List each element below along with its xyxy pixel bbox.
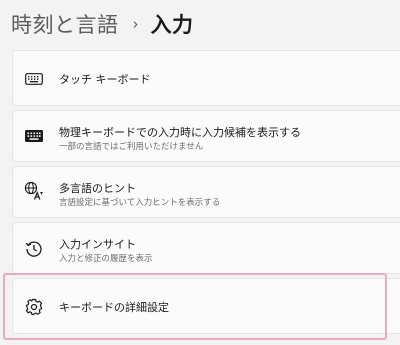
setting-title: 多言語のヒント [59, 182, 136, 195]
setting-description: 入力と修正の履歴を表示 [59, 254, 153, 264]
setting-card-physical-keyboard-suggestions[interactable]: 物理キーボードでの入力時に入力候補を表示する 一部の言語ではご利用いただけません [12, 110, 400, 162]
setting-card-multilingual-hints[interactable]: 多言語のヒント 言語設定に基づいて入力ヒントを表示する [12, 166, 400, 218]
breadcrumb-separator: › [132, 15, 139, 33]
setting-title: 入力インサイト [59, 238, 136, 251]
breadcrumb-parent[interactable]: 時刻と言語 [11, 9, 119, 39]
language-icon [23, 180, 45, 202]
history-icon [23, 238, 45, 260]
setting-title: 物理キーボードでの入力時に入力候補を表示する [59, 126, 301, 139]
setting-description: 言語設定に基づいて入力ヒントを表示する [59, 198, 221, 208]
setting-card-touch-keyboard[interactable]: タッチ キーボード [12, 50, 400, 106]
setting-title: キーボードの詳細設定 [59, 301, 169, 314]
page-title: 入力 [150, 13, 194, 37]
setting-card-typing-insights[interactable]: 入力インサイト 入力と修正の履歴を表示 [12, 222, 400, 274]
gear-icon [23, 296, 45, 318]
touch-keyboard-icon [23, 68, 45, 90]
keyboard-icon [23, 125, 45, 147]
breadcrumb: 時刻と言語 › 入力 [11, 6, 194, 42]
setting-title: タッチ キーボード [59, 73, 151, 86]
setting-card-advanced-keyboard[interactable]: キーボードの詳細設定 [12, 278, 400, 334]
setting-description: 一部の言語ではご利用いただけません [59, 142, 204, 152]
